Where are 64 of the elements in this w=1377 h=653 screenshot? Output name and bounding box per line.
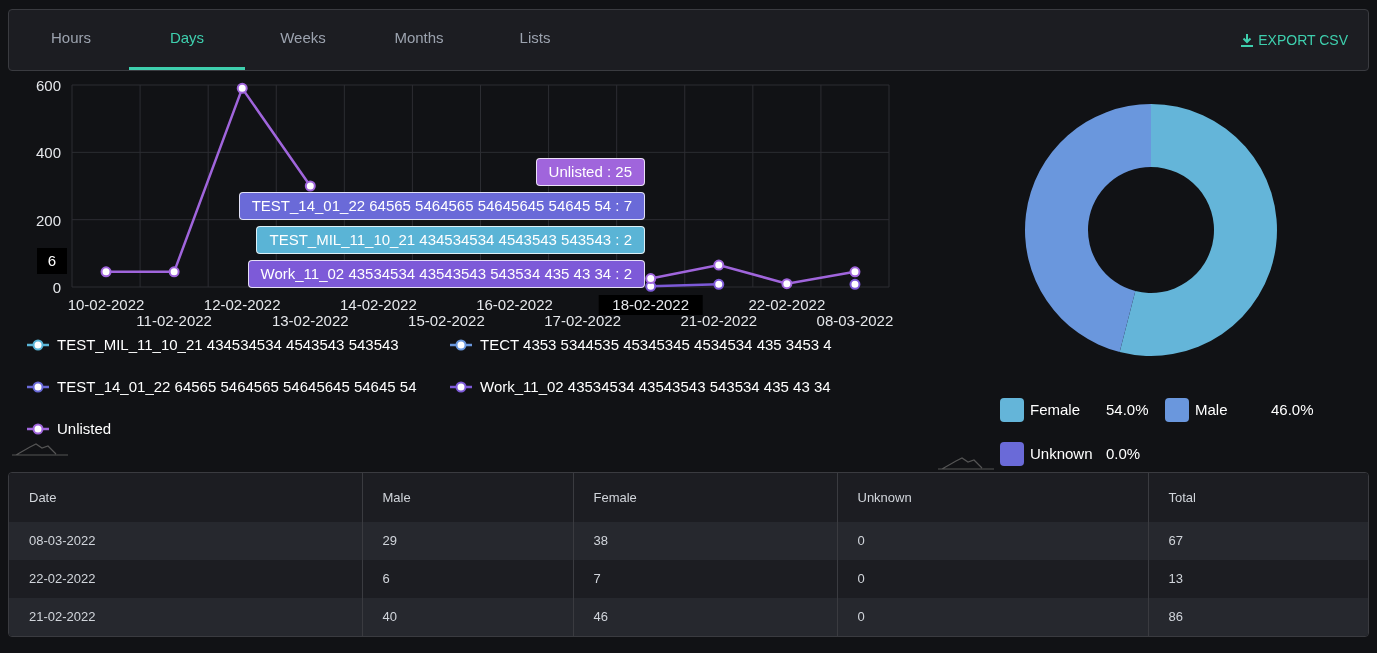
tooltip-entry: Unlisted : 25 <box>535 158 645 186</box>
legend-value: 0.0% <box>1106 443 1141 464</box>
y-axis-label: 400 <box>35 144 61 162</box>
point <box>713 259 725 271</box>
table-cell: 40 <box>362 598 573 636</box>
column-header: Date <box>9 473 362 522</box>
point <box>304 180 316 192</box>
table-cell: 86 <box>1148 598 1368 636</box>
tooltip-entry: Work_11_02 43534534 43543543 543534 435 43 34 : 2 <box>247 260 645 288</box>
tooltip-entry: TEST_MIL_11_10_21 434534534 4543543 543543 : 2 <box>256 226 645 254</box>
x-axis-label: 13-02-2022 <box>271 312 349 329</box>
legend-label: Work_11_02 43534534 43543543 543534 435 43 34 <box>480 376 831 397</box>
legend-line-icon <box>27 339 49 351</box>
tooltip-entry: TEST_14_01_22 64565 5464565 54645645 54645 54 : 7 <box>238 192 645 220</box>
tab[interactable]: Weeks <box>245 10 361 70</box>
legend-value: 46.0% <box>1271 399 1314 420</box>
x-axis-label: 14-02-2022 <box>340 296 417 313</box>
legend-label: Unknown <box>1030 443 1094 464</box>
table-cell: 46 <box>573 598 837 636</box>
point <box>645 273 657 285</box>
tab[interactable]: Days <box>129 10 245 70</box>
y-axis-label: 200 <box>35 211 61 229</box>
x-axis-label: 16-02-2022 <box>476 296 553 313</box>
download-icon <box>1240 33 1255 47</box>
legend-line-icon <box>450 339 472 351</box>
export-csv-button[interactable]: EXPORT CSV <box>1240 10 1364 70</box>
y-axis-label: 0 <box>52 279 61 296</box>
legend-line-icon <box>27 381 49 393</box>
table-cell: 22-02-2022 <box>9 560 362 598</box>
legend-label: Unlisted <box>57 418 112 439</box>
x-axis-label: 17-02-2022 <box>544 312 621 329</box>
legend-label: TEST_MIL_11_10_21 434534534 4543543 543543 <box>57 334 399 355</box>
x-axis-label: 15-02-2022 <box>408 312 485 329</box>
x-axis-label: 10-02-2022 <box>67 296 145 313</box>
chart-thumbnail-icon <box>938 456 994 470</box>
chart-thumbnail-icon <box>12 442 68 456</box>
legend-label: TECT 4353 5344535 45345345 4534534 435 3453 4 <box>480 334 832 355</box>
point <box>713 278 725 290</box>
y-axis-label: 600 <box>35 77 61 94</box>
table-cell: 0 <box>837 598 1148 636</box>
x-axis-label: 08-03-2022 <box>816 312 894 329</box>
point <box>781 278 793 290</box>
table-cell: 21-02-2022 <box>9 598 362 636</box>
point <box>236 82 248 94</box>
legend-label: Male <box>1195 399 1229 420</box>
point <box>168 266 180 278</box>
point <box>849 266 861 278</box>
table-cell: 08-03-2022 <box>9 522 362 560</box>
pointer-value-label: 6 <box>37 248 67 274</box>
x-axis-label: 21-02-2022 <box>680 312 758 329</box>
tab[interactable]: Hours <box>13 10 129 70</box>
tab[interactable]: Lists <box>477 10 593 70</box>
legend-line-icon <box>450 381 472 393</box>
x-axis-label: 12-02-2022 <box>203 296 281 313</box>
tab[interactable]: Months <box>361 10 477 70</box>
legend-value: 54.0% <box>1106 399 1149 420</box>
legend-label: Female <box>1030 399 1082 420</box>
point <box>100 266 112 278</box>
x-axis-label: 22-02-2022 <box>748 296 826 313</box>
legend-label: TEST_14_01_22 64565 5464565 54645645 54645 54 <box>57 376 417 397</box>
x-axis-label: 11-02-2022 <box>136 312 212 329</box>
point <box>849 278 861 290</box>
x-axis-label: 18-02-2022 <box>612 296 690 313</box>
legend-line-icon <box>27 423 49 435</box>
